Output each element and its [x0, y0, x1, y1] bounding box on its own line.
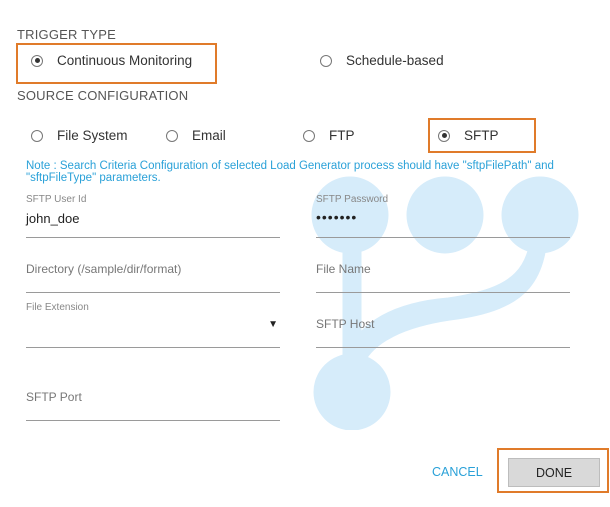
info-note: Note : Search Criteria Configuration of … [26, 160, 554, 184]
sftp-user-id-input[interactable]: john_doe [26, 211, 280, 226]
radio-selected-icon[interactable] [438, 129, 450, 142]
sftp-host-underline [316, 347, 570, 348]
radio-selected-icon[interactable] [31, 54, 43, 67]
directory-input[interactable]: Directory (/sample/dir/format) [26, 262, 280, 276]
directory-underline [26, 292, 280, 293]
chevron-down-icon[interactable]: ▼ [268, 319, 278, 330]
trigger-option-label: Schedule-based [346, 53, 444, 68]
done-button[interactable]: DONE [508, 458, 600, 487]
radio-unselected-icon[interactable] [166, 129, 178, 142]
source-option-label: FTP [329, 128, 355, 143]
source-option-label: SFTP [464, 128, 499, 143]
trigger-type-heading: TRIGGER TYPE [17, 27, 116, 42]
sftp-port-underline [26, 420, 280, 421]
cancel-button[interactable]: CANCEL [432, 465, 483, 479]
sftp-host-input[interactable]: SFTP Host [316, 317, 570, 331]
source-option-sftp[interactable]: SFTP [438, 128, 499, 143]
file-name-underline [316, 292, 570, 293]
sftp-password-underline [316, 237, 570, 238]
trigger-option-schedule[interactable]: Schedule-based [320, 53, 444, 68]
sftp-user-id-underline [26, 237, 280, 238]
sftp-password-input[interactable]: ••••••• [316, 209, 570, 225]
file-extension-underline [26, 347, 280, 348]
source-configuration-heading: SOURCE CONFIGURATION [17, 88, 189, 103]
file-name-input[interactable]: File Name [316, 262, 570, 276]
sftp-port-input[interactable]: SFTP Port [26, 390, 280, 404]
file-extension-select[interactable]: ▼ [26, 316, 280, 336]
sftp-user-id-label: SFTP User Id [26, 194, 87, 205]
source-option-ftp[interactable]: FTP [303, 128, 355, 143]
source-option-label: File System [57, 128, 128, 143]
trigger-option-continuous[interactable]: Continuous Monitoring [31, 53, 192, 68]
sftp-password-label: SFTP Password [316, 194, 389, 205]
radio-unselected-icon[interactable] [320, 54, 332, 67]
source-option-label: Email [192, 128, 226, 143]
file-extension-label: File Extension [26, 302, 89, 313]
source-option-email[interactable]: Email [166, 128, 226, 143]
source-option-file-system[interactable]: File System [31, 128, 128, 143]
radio-unselected-icon[interactable] [303, 129, 315, 142]
trigger-option-label: Continuous Monitoring [57, 53, 193, 68]
radio-unselected-icon[interactable] [31, 129, 43, 142]
